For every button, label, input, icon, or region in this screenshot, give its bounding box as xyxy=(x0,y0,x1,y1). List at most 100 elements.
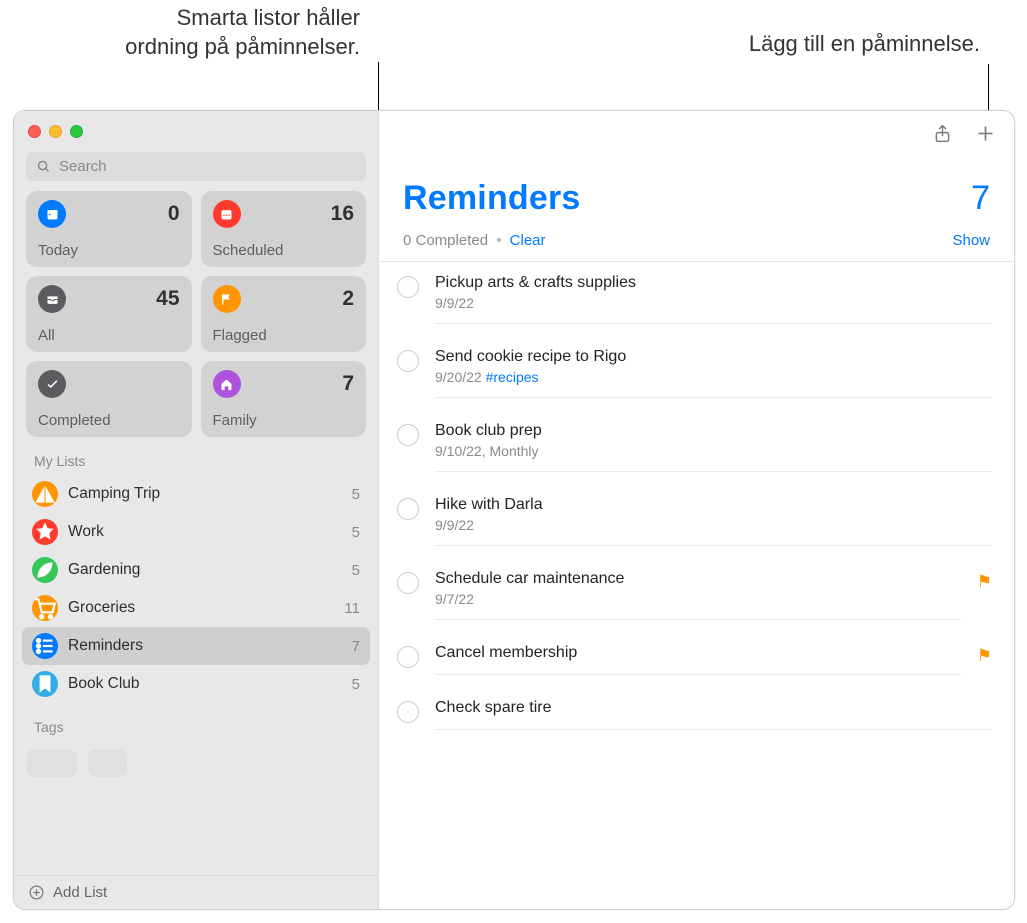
tag-chip[interactable] xyxy=(88,749,128,777)
share-icon xyxy=(932,123,953,144)
my-lists: Camping Trip5Work5Gardening5Groceries11R… xyxy=(14,475,378,703)
list-count: 5 xyxy=(352,676,360,693)
minimize-window-button[interactable] xyxy=(49,125,62,138)
reminder-meta: 9/10/22, Monthly xyxy=(435,443,992,459)
flag-icon: ⚑ xyxy=(977,572,992,592)
reminder-checkbox[interactable] xyxy=(397,701,419,723)
plus-circle-icon xyxy=(28,884,45,901)
sidebar-list-groceries[interactable]: Groceries11 xyxy=(22,589,370,627)
calendar-icon xyxy=(38,200,66,228)
sidebar: Search 0 Today 16Scheduled45All 2 Flagged Com… xyxy=(14,111,379,909)
smart-list-completed[interactable]: Completed xyxy=(26,361,192,437)
house-icon xyxy=(213,370,241,398)
list-name: Gardening xyxy=(68,561,342,579)
smart-list-label: Completed xyxy=(38,408,180,429)
app-window: Search 0 Today 16Scheduled45All 2 Flagged Com… xyxy=(13,110,1015,910)
reminder-tag[interactable]: #recipes xyxy=(486,369,539,385)
reminder-row[interactable]: Hike with Darla9/9/22 xyxy=(397,484,992,558)
add-list-label: Add List xyxy=(53,884,107,901)
clear-button[interactable]: Clear xyxy=(510,232,546,249)
list-count: 11 xyxy=(344,600,360,617)
reminder-row[interactable]: Cancel membership⚑ xyxy=(397,632,992,687)
smart-list-label: Scheduled xyxy=(213,238,355,259)
reminder-meta: 9/9/22 xyxy=(435,295,992,311)
plus-icon xyxy=(975,123,996,144)
smart-list-scheduled[interactable]: 16Scheduled xyxy=(201,191,367,267)
smart-list-label: Family xyxy=(213,408,355,429)
smart-list-count: 2 xyxy=(342,287,354,311)
reminder-checkbox[interactable] xyxy=(397,572,419,594)
zoom-window-button[interactable] xyxy=(70,125,83,138)
reminder-checkbox[interactable] xyxy=(397,350,419,372)
list-title: Reminders xyxy=(403,179,581,218)
callout-left: Smarta listor håller ordning på påminnel… xyxy=(50,4,360,61)
search-input[interactable]: Search xyxy=(26,152,366,181)
tray-icon xyxy=(38,285,66,313)
reminder-title: Schedule car maintenance xyxy=(435,570,961,588)
reminder-title: Pickup arts & crafts supplies xyxy=(435,274,992,292)
reminder-row[interactable]: Book club prep9/10/22, Monthly xyxy=(397,410,992,484)
leaf-icon xyxy=(32,557,58,583)
sidebar-list-reminders[interactable]: Reminders 7 xyxy=(22,627,370,665)
sidebar-list-work[interactable]: Work 5 xyxy=(22,513,370,551)
smart-lists-grid: 0 Today 16Scheduled45All 2 Flagged Completed 7… xyxy=(14,191,378,447)
smart-list-count: 7 xyxy=(342,372,354,396)
my-lists-header: My Lists xyxy=(14,447,378,475)
flag-icon xyxy=(213,285,241,313)
reminder-title: Check spare tire xyxy=(435,699,992,717)
add-list-button[interactable]: Add List xyxy=(14,875,378,909)
list-count: 5 xyxy=(352,524,360,541)
smart-list-count: 0 xyxy=(168,202,180,226)
list-name: Reminders xyxy=(68,637,342,655)
tag-chip[interactable] xyxy=(26,749,77,777)
search-icon xyxy=(36,159,51,174)
search-placeholder: Search xyxy=(59,158,107,175)
reminder-meta: 9/7/22 xyxy=(435,591,961,607)
list-name: Work xyxy=(68,523,342,541)
share-button[interactable] xyxy=(932,123,953,149)
title-row: Reminders 7 xyxy=(379,153,1014,220)
toolbar xyxy=(379,111,1014,153)
completed-row: 0 Completed • Clear Show xyxy=(379,220,1014,262)
sidebar-fade xyxy=(14,851,378,875)
smart-list-label: Today xyxy=(38,238,180,259)
tags-area xyxy=(14,749,378,777)
callout-right: Lägg till en påminnelse. xyxy=(660,30,980,59)
smart-list-label: Flagged xyxy=(213,323,355,344)
reminder-row[interactable]: Schedule car maintenance 9/7/22 ⚑ xyxy=(397,558,992,632)
reminder-meta: 9/9/22 xyxy=(435,517,992,533)
smart-list-today[interactable]: 0 Today xyxy=(26,191,192,267)
dot-separator: • xyxy=(496,232,501,249)
reminder-row[interactable]: Pickup arts & crafts supplies 9/9/22 xyxy=(397,262,992,336)
reminder-checkbox[interactable] xyxy=(397,276,419,298)
callout-line xyxy=(988,64,989,112)
reminder-checkbox[interactable] xyxy=(397,498,419,520)
list-count: 7 xyxy=(352,638,360,655)
reminder-row[interactable]: Check spare tire xyxy=(397,687,992,742)
main-panel: Reminders 7 0 Completed • Clear Show Pic… xyxy=(379,111,1014,909)
list-count: 5 xyxy=(352,562,360,579)
reminder-checkbox[interactable] xyxy=(397,424,419,446)
star-icon xyxy=(32,519,58,545)
smart-list-all[interactable]: 45All xyxy=(26,276,192,352)
reminders-list: Pickup arts & crafts supplies 9/9/22 Send … xyxy=(379,262,1014,742)
sidebar-list-book-club[interactable]: Book Club5 xyxy=(22,665,370,703)
smart-list-flagged[interactable]: 2 Flagged xyxy=(201,276,367,352)
list-name: Camping Trip xyxy=(68,485,342,503)
list-icon xyxy=(32,633,58,659)
list-count: 5 xyxy=(352,486,360,503)
sidebar-list-gardening[interactable]: Gardening 5 xyxy=(22,551,370,589)
bookmark-icon xyxy=(32,671,58,697)
tent-icon xyxy=(32,481,58,507)
cart-icon xyxy=(32,595,58,621)
reminder-row[interactable]: Send cookie recipe to Rigo 9/20/22 #recip… xyxy=(397,336,992,410)
smart-list-family[interactable]: 7 Family xyxy=(201,361,367,437)
sidebar-list-camping-trip[interactable]: Camping Trip 5 xyxy=(22,475,370,513)
add-reminder-button[interactable] xyxy=(975,123,996,149)
smart-list-count: 45 xyxy=(156,287,179,311)
reminder-title: Send cookie recipe to Rigo xyxy=(435,348,992,366)
reminder-checkbox[interactable] xyxy=(397,646,419,668)
show-button[interactable]: Show xyxy=(952,232,990,249)
reminder-meta: 9/20/22 #recipes xyxy=(435,369,992,385)
close-window-button[interactable] xyxy=(28,125,41,138)
